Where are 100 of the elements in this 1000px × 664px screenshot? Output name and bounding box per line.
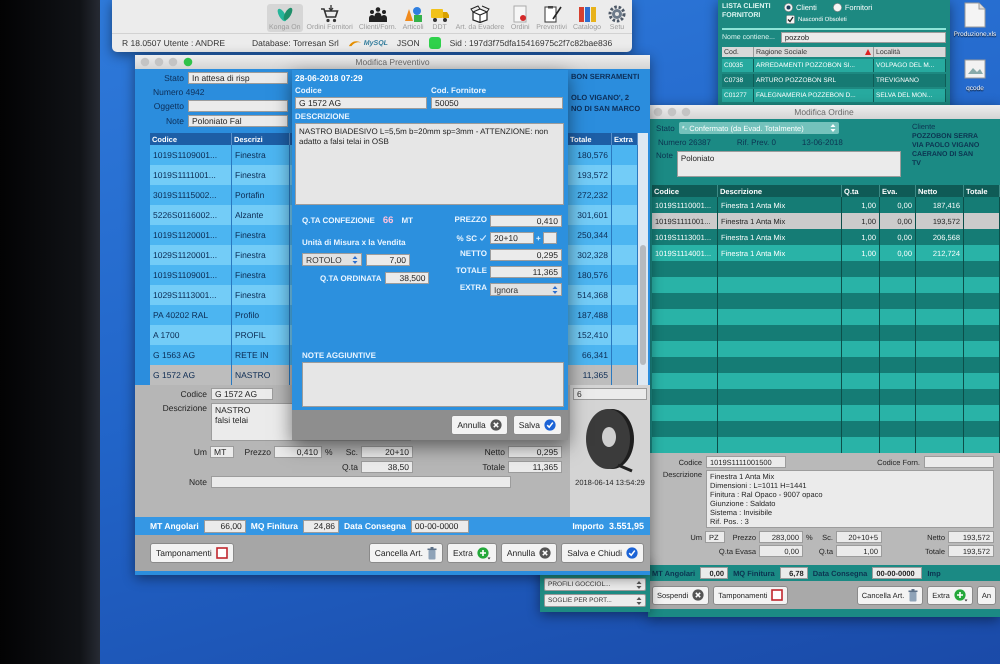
field-label: Note: [188, 477, 207, 487]
percent-sign: %: [325, 447, 333, 457]
people-icon: [368, 4, 388, 23]
plus-sign: +: [536, 234, 541, 242]
field-label: Unità di Misura x la Vendita: [302, 238, 407, 247]
database-text: Database: Torresan Srl: [252, 38, 339, 48]
net-field[interactable]: 0,295: [490, 249, 562, 261]
version-user-text: R 18.0507 Utente : ANDRE: [122, 38, 226, 48]
scrollbar[interactable]: [638, 133, 648, 385]
unit-field[interactable]: MT: [210, 446, 234, 458]
field-label: Note: [656, 151, 673, 160]
window-controls-icon[interactable]: [140, 57, 194, 67]
field-label: Prezzo: [244, 447, 271, 457]
field-label: Q.ta: [342, 462, 358, 472]
settings-icon: [607, 4, 627, 23]
field-label: PREZZO: [454, 215, 487, 226]
field-label: Descrizione: [162, 403, 207, 413]
action-button[interactable]: Extra: [446, 543, 497, 563]
amount-value: 3.551,95: [608, 521, 644, 531]
date-field[interactable]: 00-00-0000: [410, 520, 469, 532]
leaves-icon: [274, 4, 295, 23]
action-button[interactable]: Salva e Chiudi: [561, 543, 644, 563]
quote-reference: Rif. Prev. 0: [736, 138, 776, 147]
discount-field[interactable]: 20+10: [490, 232, 534, 244]
subject-field[interactable]: [188, 100, 288, 112]
close-icon: [490, 419, 502, 431]
note-field[interactable]: [211, 476, 511, 488]
field-label: Codice: [180, 389, 207, 399]
field-label: NETTO: [460, 249, 487, 260]
quantity-field[interactable]: 38,500: [385, 272, 430, 284]
field-label: MT Angolari: [150, 521, 199, 531]
updown-arrows-icon: [552, 284, 558, 294]
field-label: Codice: [295, 86, 323, 95]
note-field[interactable]: Poloniato Fal: [188, 115, 288, 127]
status-dropdown[interactable]: In attesa di risp: [188, 72, 288, 84]
field-label: NOTE AGGIUNTIVE: [301, 351, 377, 362]
session-id-text: Sid : 197d3f75dfa15416975c2f7c82bae836: [450, 38, 612, 48]
timestamp-text: 28-06-2018 07:29: [295, 73, 364, 83]
price-field[interactable]: 0,410: [490, 215, 562, 227]
action-button[interactable]: Annulla: [451, 415, 508, 435]
unit-text: MT: [401, 216, 414, 225]
field-label: % SC: [456, 234, 477, 242]
close-icon: [692, 589, 704, 601]
field-label: Oggetto: [152, 101, 184, 111]
updown-arrows-icon: [830, 123, 836, 133]
quote-number: Numero 4942: [152, 87, 206, 97]
supplier-code-field[interactable]: [924, 456, 994, 468]
field-label: Stato: [656, 124, 675, 132]
unit-dropdown[interactable]: ROTOLO: [302, 253, 362, 266]
total-field[interactable]: 11,365: [508, 461, 562, 473]
updown-arrows-icon: [636, 596, 642, 606]
extra-dropdown[interactable]: Ignora: [490, 283, 562, 296]
action-button[interactable]: Salva: [512, 415, 562, 435]
field-label: Importo: [572, 521, 604, 531]
code-field[interactable]: G 1572 AG: [211, 388, 273, 400]
field-label: Cod. Fornitore: [431, 86, 488, 95]
trash-icon: [426, 546, 437, 560]
price-field[interactable]: 0,410: [274, 446, 322, 458]
field-label: Um: [192, 447, 207, 457]
field-label: Q.TA CONFEZIONE: [302, 216, 375, 225]
field-label: EXTRA: [460, 283, 487, 294]
clipboard-icon: [542, 4, 562, 23]
field-label: Q.TA ORDINATA: [320, 274, 382, 282]
order-number: Numero 26387: [658, 138, 711, 147]
discount-field[interactable]: [542, 232, 557, 244]
plus-icon: [476, 546, 491, 560]
pack-quantity-value: 66: [382, 215, 394, 226]
cart-icon: [320, 4, 340, 23]
note-field[interactable]: Poloniato: [676, 151, 901, 177]
field-label: Note: [165, 116, 184, 126]
window-title: Modifica Preventivo: [355, 57, 430, 67]
check-icon: [544, 419, 556, 431]
notes-field[interactable]: [302, 362, 564, 407]
shapes-icon: [403, 4, 424, 23]
order-date: 13-06-2018: [802, 138, 843, 147]
field-label: TOTALE: [456, 266, 487, 277]
window-controls-icon[interactable]: [653, 107, 693, 117]
code-field[interactable]: G 1572 AG: [295, 97, 427, 109]
file-icon[interactable]: [964, 2, 986, 28]
description-field[interactable]: NASTRO BIADESIVO L=5,5m b=20mm sp=3mm - ATTENZIONE: non adatto a falsi telai in OSB: [295, 123, 564, 205]
factor-field[interactable]: 7,00: [366, 254, 410, 266]
number-field[interactable]: 66,00: [204, 520, 246, 532]
net-field[interactable]: 0,295: [508, 446, 562, 458]
updown-arrows-icon: [352, 254, 358, 264]
field-label: Netto: [484, 447, 505, 457]
action-button[interactable]: Cancella Art.: [368, 543, 443, 563]
number-field[interactable]: 24,86: [303, 520, 340, 532]
discount-field[interactable]: 20+10: [361, 446, 413, 458]
field-label: Sc.: [346, 447, 358, 457]
json-label: JSON: [396, 38, 420, 48]
total-field[interactable]: 11,365: [490, 266, 562, 278]
supplier-code-field[interactable]: 50050: [431, 97, 563, 109]
binders-icon: [576, 4, 597, 23]
field-label: Data Consegna: [344, 521, 406, 531]
number-field[interactable]: 6: [573, 388, 647, 400]
plus-icon: [954, 588, 968, 602]
action-button[interactable]: Annulla: [500, 543, 558, 563]
option-button[interactable]: Tamponamenti: [150, 543, 234, 563]
quantity-field[interactable]: 38,50: [361, 461, 413, 473]
trash-icon: [908, 588, 918, 602]
